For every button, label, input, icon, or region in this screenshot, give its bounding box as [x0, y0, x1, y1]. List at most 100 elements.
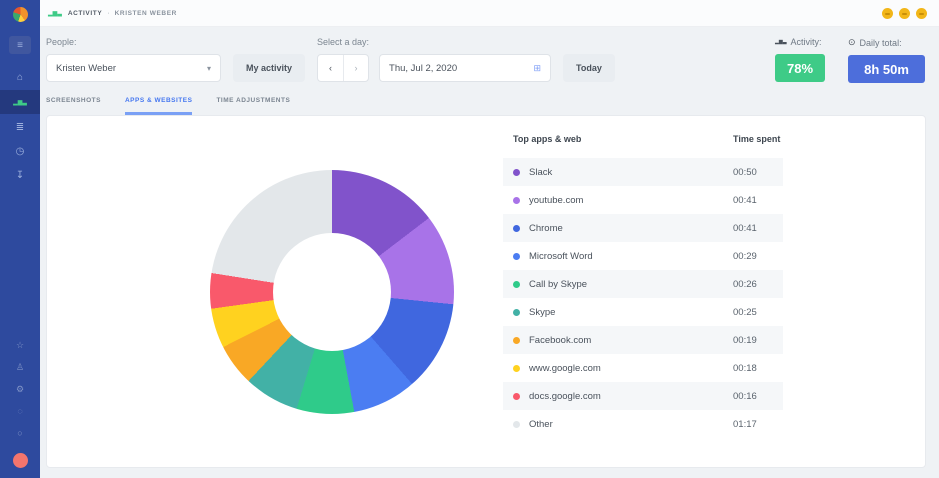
table-row: Call by Skype 00:26: [503, 270, 783, 298]
table-row: Other 01:17: [503, 410, 783, 438]
help-icon[interactable]: ◌: [0, 401, 40, 421]
timesheets-icon: ≣: [15, 121, 25, 133]
settings-icon: ⚙: [15, 383, 25, 394]
legend-dot-icon: [513, 252, 520, 260]
legend-dot-icon: [513, 308, 520, 316]
select-day-label: Select a day:: [317, 37, 370, 47]
legend-dot-icon: [513, 364, 520, 372]
app-name: Slack: [529, 166, 553, 178]
time-icon: ◷: [15, 145, 25, 157]
legend-dot-icon: [513, 280, 520, 288]
breadcrumb-user: KRISTEN WEBER: [114, 9, 177, 17]
clock-icon: ⊙: [848, 37, 856, 47]
app-name: youtube.com: [529, 194, 584, 206]
date-value: Thu, Jul 2, 2020: [389, 62, 458, 74]
table-row: Skype 00:25: [503, 298, 783, 326]
home-icon[interactable]: ⌂: [0, 66, 40, 88]
app-name: Call by Skype: [529, 278, 588, 290]
time-spent: 00:26: [733, 278, 757, 290]
activity-percent-badge: 78%: [775, 54, 825, 82]
app-logo-icon[interactable]: [12, 7, 28, 22]
sidebar-nav-top: ⌂ ▂▆▃ ≣ ◷ ↧: [0, 66, 40, 188]
app-name: Chrome: [529, 222, 563, 234]
time-spent: 00:41: [733, 194, 757, 206]
table-body: Slack 00:50 youtube.com 00:41 Chrome 00:41 Mic…: [503, 158, 783, 438]
chart-area: [47, 116, 503, 467]
activity-bars-icon: ▂▆▃: [48, 10, 62, 17]
table-row: Microsoft Word 00:29: [503, 242, 783, 270]
day-group: Select a day: ‹ › Thu, Jul 2, 2020 ⊞ Tod…: [317, 37, 615, 82]
time-spent: 00:50: [733, 166, 757, 178]
table-row: youtube.com 00:41: [503, 186, 783, 214]
day-nav: ‹ ›: [317, 54, 370, 82]
legend-dot-icon: [513, 420, 520, 428]
menu-icon[interactable]: ≡: [9, 36, 31, 54]
people-icon[interactable]: ♙: [0, 357, 40, 377]
app-name: docs.google.com: [529, 390, 601, 402]
apps-donut-chart[interactable]: [210, 169, 454, 414]
date-picker-field[interactable]: Thu, Jul 2, 2020 ⊞: [379, 54, 552, 82]
help-icon: ◌: [17, 406, 23, 416]
time-icon[interactable]: ◷: [0, 140, 40, 162]
emoji-icon[interactable]: [916, 7, 927, 19]
table-row: Facebook.com 00:19: [503, 326, 783, 354]
calendar-icon: ⊞: [533, 62, 542, 73]
tab-apps-websites[interactable]: APPS & WEBSITES: [124, 97, 193, 115]
emoji-badges: [882, 7, 927, 19]
table-row: docs.google.com 00:16: [503, 382, 783, 410]
sidebar-nav-bottom: ☆ ♙ ⚙ ◌ ○: [0, 335, 40, 445]
emoji-icon[interactable]: [899, 7, 910, 19]
emoji-icon[interactable]: [882, 7, 893, 19]
app-name: www.google.com: [529, 362, 601, 374]
header-top-apps: Top apps & web: [513, 134, 582, 144]
reports-icon[interactable]: ↧: [0, 164, 40, 186]
app-name: Other: [529, 418, 553, 430]
time-spent: 00:25: [733, 306, 757, 318]
prev-day-button[interactable]: ‹: [318, 55, 343, 81]
app-window: ≡ ⌂ ▂▆▃ ≣ ◷ ↧ ☆ ♙ ⚙ ◌ ○ ▂▆▃ ACTIVITY · KRISTEN W…: [0, 0, 939, 478]
status-icon[interactable]: ○: [0, 423, 40, 443]
time-spent: 00:19: [733, 334, 757, 346]
legend-dot-icon: [513, 224, 520, 232]
legend-dot-icon: [513, 168, 520, 176]
timesheets-icon[interactable]: ≣: [0, 116, 40, 138]
my-activity-button[interactable]: My activity: [233, 54, 306, 82]
time-spent: 00:29: [733, 250, 757, 262]
main-area: ▂▆▃ ACTIVITY · KRISTEN WEBER People: Kri…: [40, 0, 939, 478]
achievements-icon[interactable]: ☆: [0, 335, 40, 355]
daily-total-label: Daily total:: [859, 37, 902, 48]
breadcrumb-separator: ·: [107, 9, 110, 17]
activity-icon[interactable]: ▂▆▃: [0, 90, 40, 114]
user-avatar[interactable]: [12, 453, 28, 468]
home-icon: ⌂: [16, 71, 24, 83]
tab-screenshots[interactable]: SCREENSHOTS: [46, 97, 101, 115]
sidebar: ≡ ⌂ ▂▆▃ ≣ ◷ ↧ ☆ ♙ ⚙ ◌ ○: [0, 0, 40, 478]
reports-icon: ↧: [15, 169, 25, 181]
tab-bar: SCREENSHOTS APPS & WEBSITES TIME ADJUSTMEN…: [40, 83, 939, 115]
chevron-down-icon: ▾: [206, 63, 211, 73]
table-row: Slack 00:50: [503, 158, 783, 186]
activity-stat: ▂▆▃ Activity: 78%: [775, 37, 825, 83]
time-spent: 01:17: [733, 418, 757, 430]
people-icon: ♙: [15, 361, 25, 372]
table-header: Top apps & web Time spent: [503, 132, 783, 146]
daily-total-badge: 8h 50m: [848, 55, 925, 83]
settings-icon[interactable]: ⚙: [0, 379, 40, 399]
activity-icon: ▂▆▃: [13, 99, 27, 106]
controls-row: People: Kristen Weber ▾ My activity Sele…: [40, 27, 939, 83]
table-row: www.google.com 00:18: [503, 354, 783, 382]
people-group: People: Kristen Weber ▾ My activity: [46, 37, 306, 82]
people-label: People:: [46, 37, 77, 47]
legend-dot-icon: [513, 392, 520, 400]
today-button[interactable]: Today: [563, 54, 615, 82]
apps-websites-card: Top apps & web Time spent Slack 00:50 yout…: [46, 115, 926, 468]
person-select[interactable]: Kristen Weber ▾: [46, 54, 221, 82]
app-name: Skype: [529, 306, 556, 318]
legend-dot-icon: [513, 336, 520, 344]
header-time-spent: Time spent: [733, 134, 781, 144]
next-day-button[interactable]: ›: [343, 55, 368, 81]
tab-time-adjustments[interactable]: TIME ADJUSTMENTS: [216, 97, 290, 115]
activity-label: Activity:: [790, 37, 822, 47]
table-row: Chrome 00:41: [503, 214, 783, 242]
apps-table: Top apps & web Time spent Slack 00:50 yout…: [503, 116, 783, 467]
